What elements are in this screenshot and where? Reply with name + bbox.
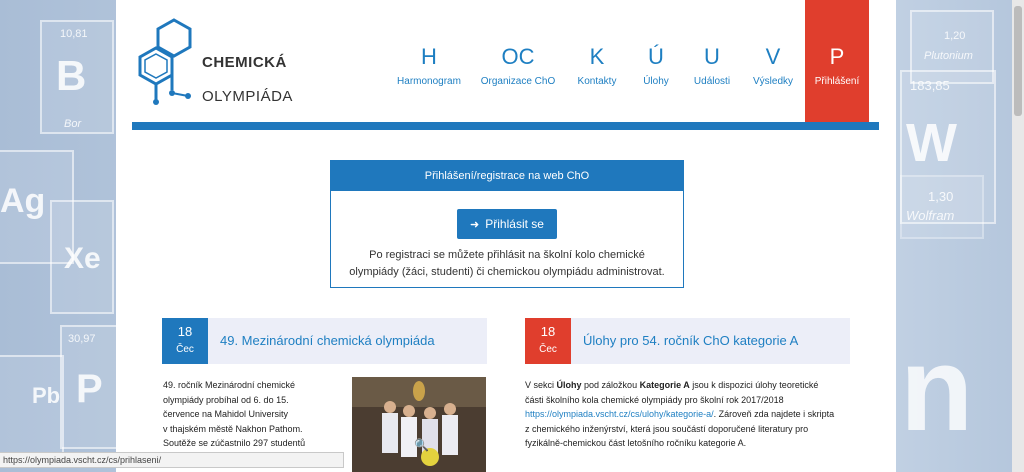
news-card-title[interactable]: Úlohy pro 54. ročník ChO kategorie A [583,333,798,348]
nav-item-label: Kontakty [577,76,617,87]
bg-tile-number: 1,30 [928,189,954,204]
hexagon-molecule-icon [138,18,192,105]
date-badge: 18 Čec [162,318,208,364]
nav-item-letter: V [765,44,781,69]
text-span: . Zároveň zda najdete i skripta [713,409,835,419]
text-line: z chemického inženýrství, která jsou sou… [525,423,809,434]
bg-tile-number: 183,85 [910,78,950,93]
login-button[interactable]: ➜ Přihlásit se [457,209,557,239]
login-description-line: Po registraci se můžete přihlásit na ško… [369,249,645,261]
nav-item-vysledky[interactable]: V Výsledky [746,0,800,122]
text-span: pod záložkou [581,380,640,390]
date-badge: 18 Čec [525,318,571,364]
nav-item-letter: K [589,44,605,69]
bg-tile-symbol: Xe [64,242,101,275]
bg-tile-number: 10,81 [60,28,88,40]
nav-item-prihlaseni[interactable]: P Přihlášení [805,0,869,122]
text-span: jsou k dispozici úlohy teoretické [689,380,819,390]
browser-status-bar: https://olympiada.vscht.cz/cs/prihlaseni… [0,452,344,468]
nav-item-harmonogram[interactable]: H Harmonogram [388,0,470,122]
article-link[interactable]: https://olympiada.vscht.cz/cs/ulohy/kate… [525,409,714,419]
bg-tile-symbol: B [56,52,87,99]
site-logo[interactable]: CHEMICKÁ OLYMPIÁDA [136,18,292,110]
logo-text-line1: CHEMICKÁ [202,54,287,71]
news-card-header[interactable]: 18 Čec 49. Mezinárodní chemická olympiád… [162,318,487,364]
nav-item-letter: Ú [648,44,664,69]
bg-tile-b: 10,81 B Bor [40,20,114,134]
nav-item-letter: P [829,44,845,69]
nav-item-letter: OC [501,44,535,69]
svg-text:🔍: 🔍 [414,437,429,452]
nav-item-label: Organizace ChO [480,76,556,87]
bg-tile-name: Bor [64,118,82,130]
nav-item-ulohy[interactable]: Ú Úlohy [632,0,680,122]
date-month: Čec [176,344,194,355]
news-card-title[interactable]: 49. Mezinárodní chemická olympiáda [220,333,435,348]
date-month: Čec [539,344,557,355]
login-button-label: Přihlásit se [485,217,544,231]
nav-item-label: Přihlášení [814,76,860,87]
text-line: v thajském městě Nakhon Pathom. [163,423,303,434]
nav-item-organizace[interactable]: OC Organizace ChO [478,0,558,122]
nav-item-letter: H [421,44,437,69]
nav-item-kontakty[interactable]: K Kontakty [572,0,622,122]
text-line: Soutěže se zúčastnilo 297 studentů [163,438,306,448]
bg-tile-small: 1,30 [900,175,984,239]
login-panel: Přihlášení/registrace na web ChO ➜ Přihlá… [330,160,684,288]
login-panel-header: Přihlášení/registrace na web ChO [331,161,683,191]
text-span: V sekci [525,380,557,390]
text-line: V sekci Úlohy pod záložkou Kategorie A j… [525,378,855,393]
nav-item-letter: U [704,44,720,69]
date-day: 18 [540,324,556,339]
nav-item-udalosti[interactable]: U Události [688,0,736,122]
page-scrollbar[interactable] [1012,0,1024,472]
text-line: https://olympiada.vscht.cz/cs/ulohy/kate… [525,407,855,422]
bg-tile-symbol: Pb [32,383,61,408]
nav-item-label: Úlohy [643,76,669,87]
nav-item-label: Výsledky [752,76,793,87]
news-card-text: 49. ročník Mezinárodní chemické olympiád… [163,378,343,451]
logo-text-line2: OLYMPIÁDA [202,88,293,105]
text-line: 49. ročník Mezinárodní chemické [163,380,296,390]
bg-tile-symbol: Ag [0,182,46,220]
bold-text: Kategorie A [639,380,690,390]
site-header: CHEMICKÁ OLYMPIÁDA H Harmonogram OC Orga… [116,0,896,122]
scrollbar-thumb[interactable] [1014,6,1022,116]
login-description-line: olympiády (žáci, studenti) či chemickou … [349,266,665,278]
bg-tile-symbol: W [906,113,957,173]
text-line: části školního kola chemické olympiády p… [525,394,784,405]
text-line: olympiády probíhal od 6. do 15. [163,394,289,405]
bg-tile-symbol: P [76,367,103,411]
bg-tile-name: Plutonium [924,50,973,62]
sign-in-icon: ➜ [470,219,480,231]
news-card-text: V sekci Úlohy pod záložkou Kategorie A j… [525,378,855,451]
bold-text: Úlohy [556,380,582,390]
bg-tile-number: 1,20 [944,30,966,42]
bg-tile-number: 30,97 [68,333,96,345]
nav-item-label: Události [693,76,731,87]
login-description: Po registraci se můžete přihlásit na ško… [341,247,673,281]
bg-tile-xe: Xe [50,200,114,314]
bg-tile-large: n [900,322,974,456]
nav-item-label: Harmonogram [397,76,461,87]
text-line: července na Mahidol University [163,409,289,419]
text-line: fyzikálně-chemickou část letošního roční… [525,438,747,448]
news-photo[interactable]: 🔍 [352,377,486,472]
date-day: 18 [177,324,193,339]
news-card-header[interactable]: 18 Čec Úlohy pro 54. ročník ChO kategori… [525,318,850,364]
team-photo-illustration: 🔍 [352,377,486,472]
main-content: CHEMICKÁ OLYMPIÁDA H Harmonogram OC Orga… [116,0,896,472]
header-divider [132,122,879,130]
bg-tile-p: 30,97 P [60,325,120,449]
bg-tile-pb: Pb [0,355,64,459]
